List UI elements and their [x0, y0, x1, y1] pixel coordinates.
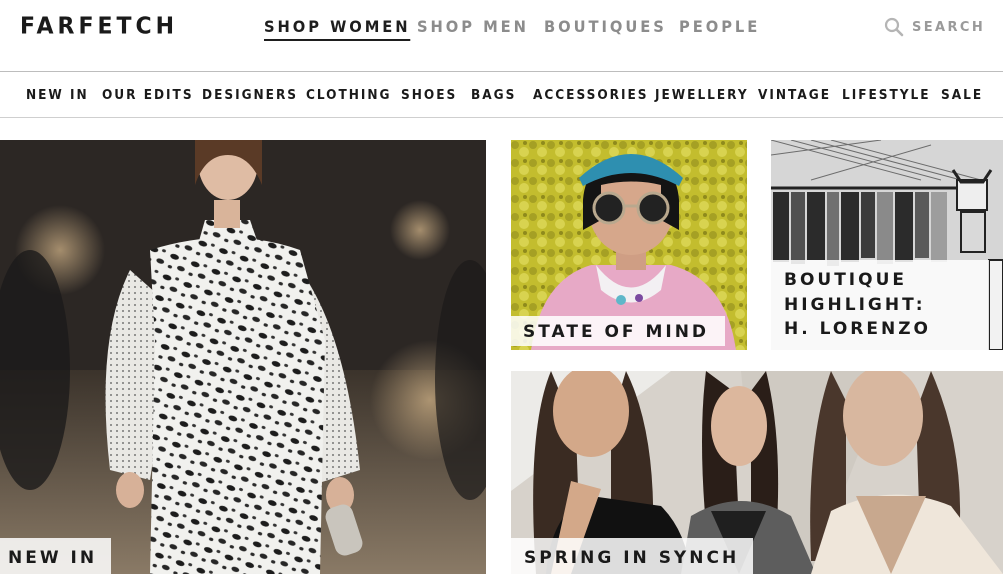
- top-header: FARFETCH SHOP WOMEN SHOP MEN BOUTIQUES P…: [0, 0, 1003, 72]
- search-icon: [884, 17, 904, 37]
- state-of-mind-tile[interactable]: STATE OF MIND: [511, 140, 747, 350]
- farfetch-logo[interactable]: FARFETCH: [20, 13, 178, 39]
- category-lifestyle[interactable]: LIFESTYLE: [842, 87, 931, 103]
- category-new-in[interactable]: NEW IN: [26, 87, 89, 103]
- category-shoes[interactable]: SHOES: [401, 87, 457, 103]
- category-our-edits[interactable]: OUR EDITS: [102, 87, 194, 103]
- spring-in-synch-tile[interactable]: SPRING IN SYNCH: [511, 371, 1003, 574]
- category-nav: NEW IN OUR EDITS DESIGNERS CLOTHING SHOE…: [0, 73, 1003, 118]
- category-sale[interactable]: SALE: [941, 87, 983, 103]
- nav-shop-women[interactable]: SHOP WOMEN: [264, 17, 411, 41]
- spring-caption: SPRING IN SYNCH: [511, 538, 754, 574]
- search-label: SEARCH: [912, 19, 986, 35]
- category-bags[interactable]: BAGS: [471, 87, 516, 103]
- boutique-caption: BOUTIQUE HIGHLIGHT: H. LORENZO: [771, 260, 989, 350]
- nav-shop-men[interactable]: SHOP MEN: [417, 17, 529, 36]
- hero-tile-new-in[interactable]: NEW IN: [0, 140, 486, 574]
- nav-boutiques[interactable]: BOUTIQUES: [544, 17, 667, 36]
- category-jewellery[interactable]: JEWELLERY: [655, 87, 749, 103]
- category-vintage[interactable]: VINTAGE: [758, 87, 831, 103]
- category-clothing[interactable]: CLOTHING: [306, 87, 392, 103]
- nav-people[interactable]: PEOPLE: [679, 17, 760, 36]
- boutique-highlight-tile[interactable]: BOUTIQUE HIGHLIGHT: H. LORENZO: [771, 140, 1003, 350]
- hero-caption: NEW IN: [0, 538, 112, 574]
- category-designers[interactable]: DESIGNERS: [202, 87, 298, 103]
- search-button[interactable]: SEARCH: [884, 17, 985, 37]
- runway-model-image: [0, 140, 486, 574]
- state-of-mind-caption: STATE OF MIND: [511, 316, 726, 346]
- category-accessories[interactable]: ACCESSORIES: [533, 87, 649, 103]
